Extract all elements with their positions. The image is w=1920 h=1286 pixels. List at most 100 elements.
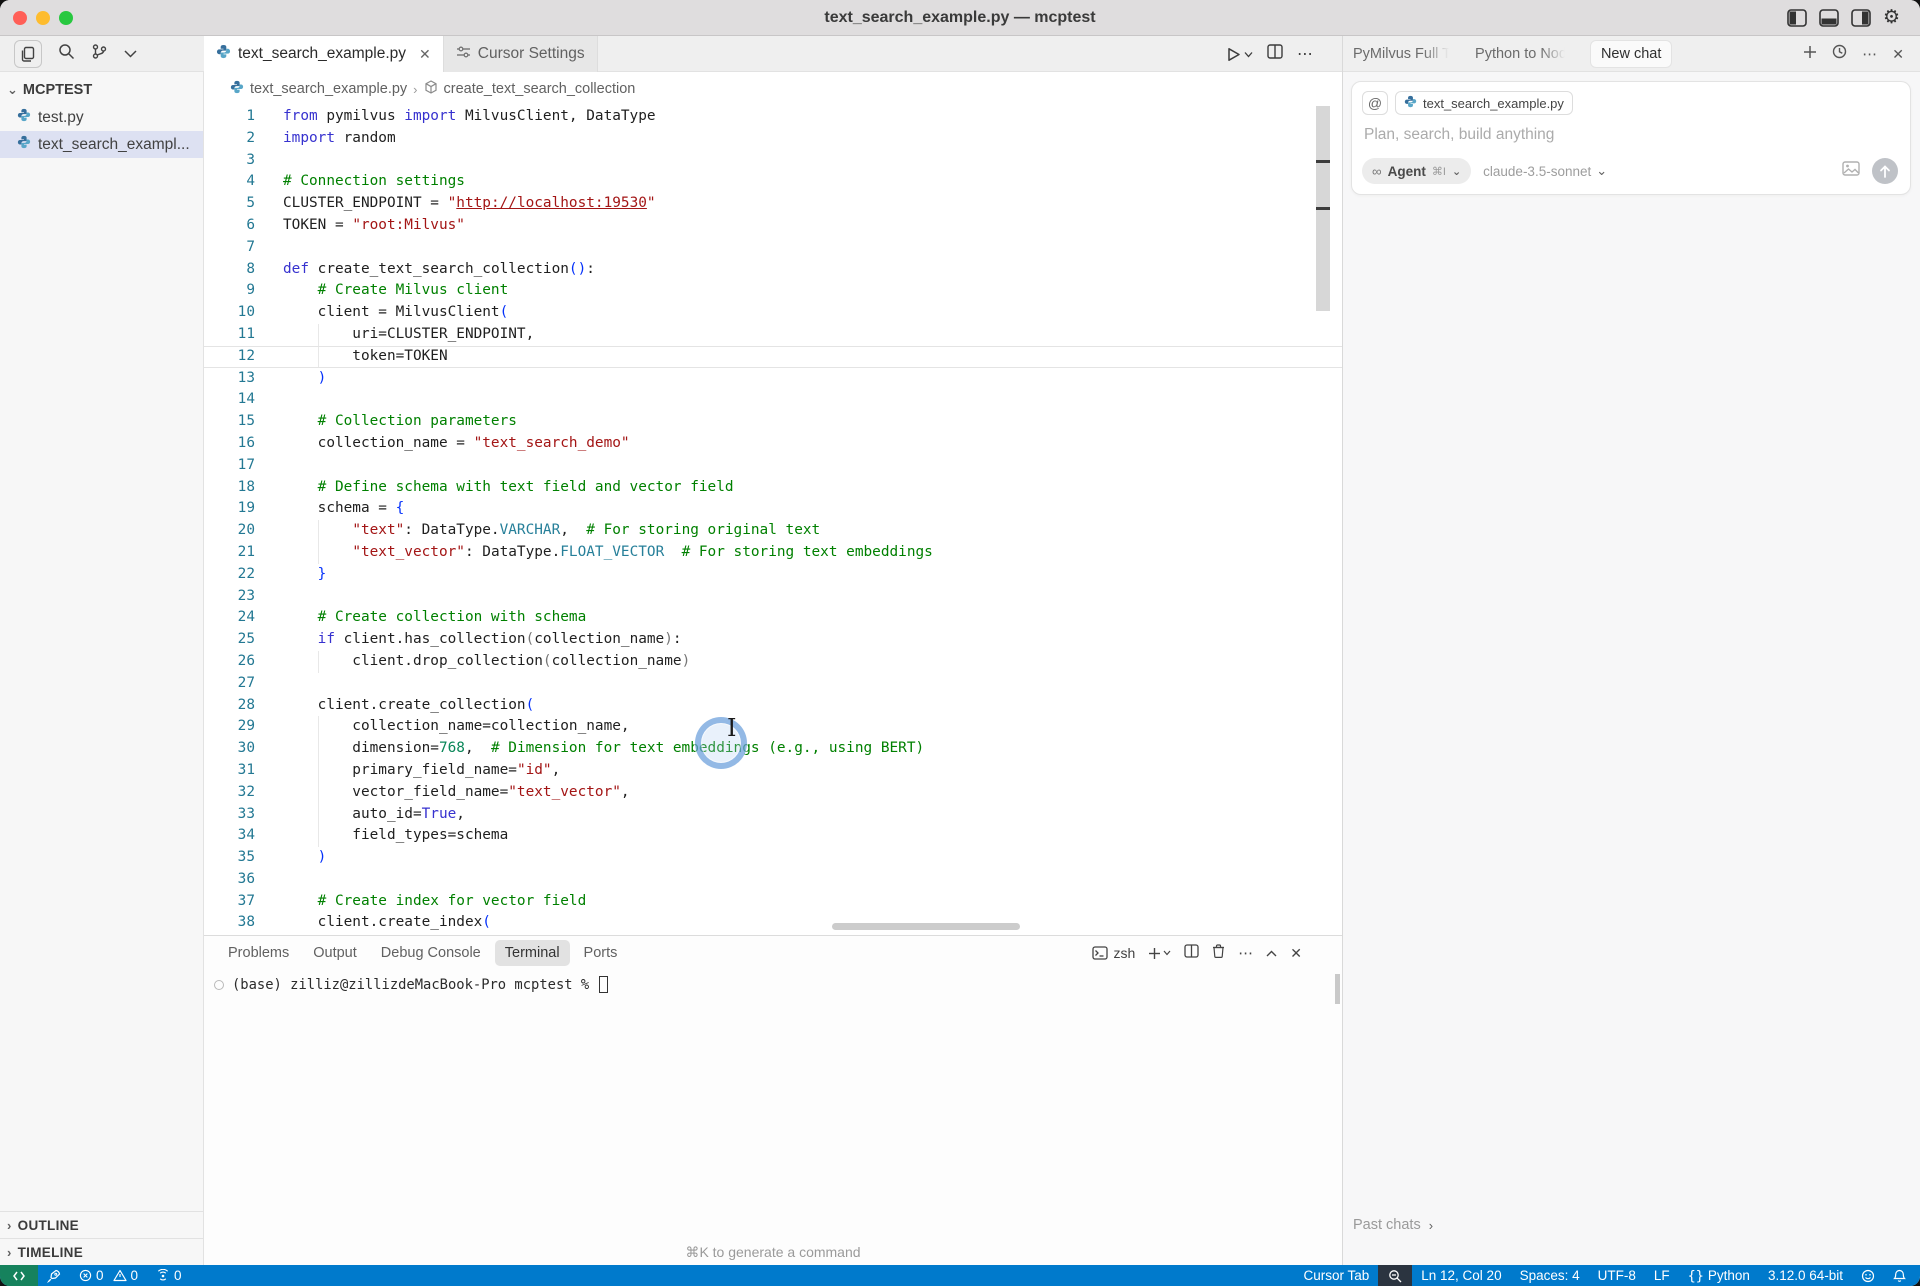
split-terminal-icon[interactable] [1184,944,1199,963]
project-root-row[interactable]: ⌄ MCPTEST [0,76,203,104]
toggle-bottom-panel-icon[interactable] [1819,9,1839,27]
cursor-position-status[interactable]: Ln 12, Col 20 [1412,1265,1510,1286]
code-line[interactable]: 4# Connection settings [204,171,1342,193]
chat-input-placeholder[interactable]: Plan, search, build anything [1352,115,1910,144]
notifications-bell-icon[interactable] [1884,1265,1920,1286]
indentation-status[interactable]: Spaces: 4 [1511,1265,1589,1286]
add-context-button[interactable]: @ [1362,91,1388,115]
breadcrumb-symbol[interactable]: create_text_search_collection [444,81,636,97]
problems-indicator[interactable]: 0 0 [70,1265,147,1286]
zoom-status[interactable] [1378,1265,1412,1286]
close-tab-icon[interactable]: ✕ [419,46,431,63]
code-line[interactable]: 31 primary_field_name="id", [204,760,1342,782]
python-interpreter-status[interactable]: 3.12.0 64-bit [1759,1265,1852,1286]
code-line[interactable]: 10 client = MilvusClient( [204,302,1342,324]
chat-close-icon[interactable]: ✕ [1892,46,1904,63]
panel-tab-debug-console[interactable]: Debug Console [371,940,491,966]
toggle-left-sidebar-icon[interactable] [1787,9,1807,27]
run-python-file-button[interactable] [1227,47,1253,62]
code-line[interactable]: 1from pymilvus import MilvusClient, Data… [204,106,1342,128]
send-message-button[interactable] [1872,158,1898,184]
chat-tab-pymilvus[interactable]: PyMilvus Full T [1353,46,1451,62]
code-line[interactable]: 32 vector_field_name="text_vector", [204,782,1342,804]
code-line[interactable]: 38 client.create_index( [204,912,1342,934]
file-tree-item[interactable]: text_search_exampl... [0,131,203,158]
code-line[interactable]: 37 # Create index for vector field [204,891,1342,913]
more-actions-icon[interactable]: ⋯ [1297,44,1314,64]
code-line[interactable]: 17 [204,455,1342,477]
code-line[interactable]: 28 client.create_collection( [204,695,1342,717]
code-line[interactable]: 6TOKEN = "root:Milvus" [204,215,1342,237]
panel-tab-terminal[interactable]: Terminal [495,940,570,966]
editor-horizontal-scrollbar[interactable] [832,923,1020,930]
settings-gear-icon[interactable]: ⚙ [1883,7,1900,29]
code-line[interactable]: 14 [204,389,1342,411]
encoding-status[interactable]: UTF-8 [1589,1265,1645,1286]
chat-tab-new-chat[interactable]: New chat [1591,41,1671,67]
code-line[interactable]: 3 [204,150,1342,172]
split-editor-icon[interactable] [1267,44,1283,64]
terminal-viewport[interactable]: (base) zilliz@zillizdeMacBook-Pro mcptes… [204,972,1342,1243]
breadcrumb[interactable]: text_search_example.py › create_text_sea… [204,72,1342,106]
panel-tab-ports[interactable]: Ports [574,940,628,966]
toggle-right-sidebar-icon[interactable] [1851,9,1871,27]
code-line[interactable]: 25 if client.has_collection(collection_n… [204,629,1342,651]
eol-status[interactable]: LF [1645,1265,1679,1286]
code-line[interactable]: 30 dimension=768, # Dimension for text e… [204,738,1342,760]
language-mode-status[interactable]: {} Python [1679,1265,1759,1286]
tab-text-search-example[interactable]: text_search_example.py ✕ [204,36,444,72]
terminal-scrollbar[interactable] [1335,974,1340,1004]
chevron-down-icon[interactable] [124,45,137,63]
code-line[interactable]: 33 auto_id=True, [204,804,1342,826]
code-line[interactable]: 7 [204,237,1342,259]
ports-indicator[interactable]: 0 [147,1265,191,1286]
chat-tab-python-to-node[interactable]: Python to Nod [1475,46,1567,62]
code-line[interactable]: 19 schema = { [204,498,1342,520]
code-line[interactable]: 18 # Define schema with text field and v… [204,477,1342,499]
chat-input-card[interactable]: @ text_search_example.py Plan, search, b… [1351,81,1911,195]
maximize-panel-icon[interactable] [1266,944,1277,962]
code-line[interactable]: 21 "text_vector": DataType.FLOAT_VECTOR … [204,542,1342,564]
past-chats-link[interactable]: Past chats › [1353,1217,1433,1233]
code-line[interactable]: 26 client.drop_collection(collection_nam… [204,651,1342,673]
source-control-icon[interactable] [91,43,108,65]
breadcrumb-file[interactable]: text_search_example.py [250,81,407,97]
chat-more-icon[interactable]: ⋯ [1862,45,1877,63]
code-line[interactable]: 20 "text": DataType.VARCHAR, # For stori… [204,520,1342,542]
context-file-chip[interactable]: text_search_example.py [1395,91,1573,115]
new-chat-plus-icon[interactable] [1803,45,1817,64]
code-line[interactable]: 35 ) [204,847,1342,869]
code-line[interactable]: 23 [204,586,1342,608]
file-tree-item[interactable]: test.py [0,104,203,131]
code-line[interactable]: 12 token=TOKEN [204,346,1342,368]
code-line[interactable]: 24 # Create collection with schema [204,607,1342,629]
panel-tab-problems[interactable]: Problems [218,940,299,966]
code-line[interactable]: 5CLUSTER_ENDPOINT = "http://localhost:19… [204,193,1342,215]
explorer-copy-icon[interactable] [14,40,42,68]
code-line[interactable]: 34 field_types=schema [204,825,1342,847]
shell-label[interactable]: zsh [1092,945,1135,961]
code-line[interactable]: 15 # Collection parameters [204,411,1342,433]
chat-history-icon[interactable] [1832,44,1847,64]
code-line[interactable]: 29 collection_name=collection_name, [204,716,1342,738]
code-line[interactable]: 9 # Create Milvus client [204,280,1342,302]
cursor-tab-status[interactable]: Cursor Tab [1294,1265,1378,1286]
code-line[interactable]: 13 ) [204,368,1342,390]
agent-mode-selector[interactable]: ∞ Agent ⌘I ⌄ [1362,158,1471,184]
feedback-icon[interactable] [1852,1265,1884,1286]
model-selector[interactable]: claude-3.5-sonnet ⌄ [1483,163,1607,179]
outline-section-header[interactable]: › OUTLINE [0,1211,203,1238]
code-line[interactable]: 22 } [204,564,1342,586]
code-line[interactable]: 16 collection_name = "text_search_demo" [204,433,1342,455]
panel-more-icon[interactable]: ⋯ [1238,944,1253,962]
kill-terminal-trash-icon[interactable] [1212,944,1225,963]
attach-image-icon[interactable] [1842,161,1860,181]
remote-indicator[interactable] [0,1265,38,1286]
code-line[interactable]: 8def create_text_search_collection(): [204,259,1342,281]
timeline-section-header[interactable]: › TIMELINE [0,1238,203,1265]
code-editor[interactable]: 1from pymilvus import MilvusClient, Data… [204,106,1342,935]
close-panel-icon[interactable]: ✕ [1290,945,1302,962]
tab-cursor-settings[interactable]: Cursor Settings [444,36,598,72]
code-line[interactable]: 2import random [204,128,1342,150]
code-line[interactable]: 27 [204,673,1342,695]
